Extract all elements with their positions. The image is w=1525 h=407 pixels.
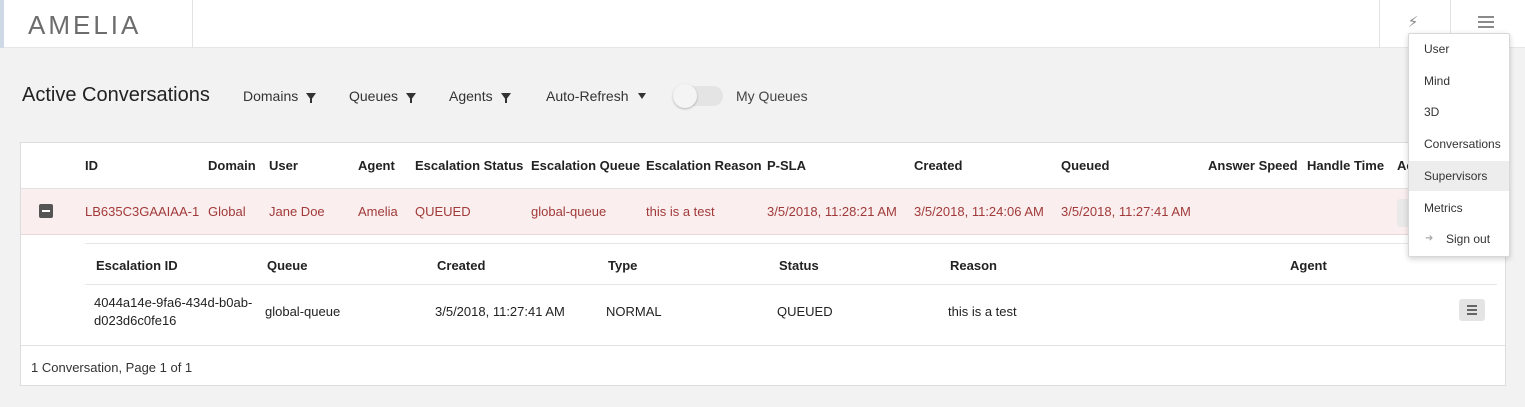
sign-out-icon: ➜ <box>1425 233 1434 244</box>
detail-header-escalation-id: Escalation ID <box>96 258 178 273</box>
top-bar-accent <box>0 0 4 48</box>
detail-status: QUEUED <box>777 304 833 319</box>
table-footer: 1 Conversation, Page 1 of 1 <box>21 345 1505 385</box>
detail-header-status: Status <box>779 258 819 273</box>
column-header-created[interactable]: Created <box>914 158 962 173</box>
hamburger-icon[interactable] <box>1478 16 1494 30</box>
detail-header-agent: Agent <box>1290 258 1327 273</box>
domains-filter[interactable]: Domains <box>243 88 317 104</box>
cell-escalation-reason: this is a test <box>646 204 715 219</box>
menu-item-supervisors[interactable]: Supervisors <box>1409 161 1509 191</box>
collapse-icon[interactable] <box>39 204 53 218</box>
menu-item-conversations[interactable]: Conversations <box>1409 129 1509 159</box>
pagination-status: 1 Conversation, Page 1 of 1 <box>31 360 193 375</box>
detail-header: Escalation ID Queue Created Type Status … <box>85 243 1497 285</box>
cell-escalation-status: QUEUED <box>415 204 471 219</box>
column-header-answer-speed[interactable]: Answer Speed <box>1208 158 1298 173</box>
table-header: ID Domain User Agent Escalation Status E… <box>21 143 1505 189</box>
menu-item-mind[interactable]: Mind <box>1409 66 1509 96</box>
detail-queue: global-queue <box>265 304 341 319</box>
page-title: Active Conversations <box>22 84 210 106</box>
domains-filter-label: Domains <box>243 88 299 104</box>
queues-filter-label: Queues <box>349 88 399 104</box>
detail-escalation-id: 4044a14e-9fa6-434d-b0ab- <box>94 295 253 310</box>
auto-refresh-label: Auto-Refresh <box>546 88 629 104</box>
cell-queued: 3/5/2018, 11:27:41 AM <box>1061 204 1191 219</box>
column-header-user[interactable]: User <box>269 158 298 173</box>
my-queues-label: My Queues <box>736 88 808 104</box>
conversations-table: ID Domain User Agent Escalation Status E… <box>20 142 1506 386</box>
caret-down-icon <box>638 93 647 99</box>
filter-icon <box>406 92 417 103</box>
toggle-knob <box>673 84 697 108</box>
detail-escalation-id: d023d6c0fe16 <box>94 313 177 328</box>
detail-header-created: Created <box>437 258 486 273</box>
cell-domain: Global <box>208 204 246 219</box>
queues-filter[interactable]: Queues <box>349 88 417 104</box>
detail-header-queue: Queue <box>267 258 308 273</box>
divider <box>192 0 193 48</box>
agents-filter[interactable]: Agents <box>449 88 511 104</box>
table-row[interactable]: LB635C3GAAIAA-1 Global Jane Doe Amelia Q… <box>21 189 1505 235</box>
auto-refresh-dropdown[interactable]: Auto-Refresh <box>546 88 647 104</box>
column-header-psla[interactable]: P-SLA <box>767 158 806 173</box>
column-header-queued[interactable]: Queued <box>1061 158 1109 173</box>
column-header-escalation-reason[interactable]: Escalation Reason <box>646 158 762 173</box>
column-header-agent[interactable]: Agent <box>358 158 395 173</box>
menu-item-sign-out[interactable]: ➜ Sign out <box>1409 224 1509 254</box>
cell-escalation-queue: global-queue <box>531 204 607 219</box>
agents-filter-label: Agents <box>449 88 493 104</box>
column-header-domain[interactable]: Domain <box>208 158 256 173</box>
divider <box>1379 0 1380 48</box>
cell-agent: Amelia <box>358 204 398 219</box>
my-queues-toggle[interactable] <box>673 84 723 108</box>
escalation-detail-table: Escalation ID Queue Created Type Status … <box>85 243 1497 337</box>
detail-type: NORMAL <box>606 304 662 319</box>
cell-created: 3/5/2018, 11:24:06 AM <box>914 204 1044 219</box>
detail-header-type: Type <box>608 258 638 273</box>
column-header-id[interactable]: ID <box>85 158 98 173</box>
filter-icon <box>500 92 511 103</box>
top-bar: AMELIA ⚡︎ <box>0 0 1525 48</box>
cell-psla: 3/5/2018, 11:28:21 AM <box>767 204 897 219</box>
column-header-handle-time[interactable]: Handle Time <box>1307 158 1384 173</box>
list-icon[interactable] <box>1459 299 1485 321</box>
detail-header-reason: Reason <box>950 258 997 273</box>
menu-item-user[interactable]: User <box>1409 34 1509 64</box>
filter-icon <box>306 92 317 103</box>
user-menu: User Mind 3D Conversations Supervisors M… <box>1408 33 1510 257</box>
menu-item-metrics[interactable]: Metrics <box>1409 193 1509 223</box>
bolt-icon[interactable]: ⚡︎ <box>1406 13 1420 33</box>
menu-item-3d[interactable]: 3D <box>1409 97 1509 127</box>
cell-id: LB635C3GAAIAA-1 <box>85 204 200 219</box>
cell-user: Jane Doe <box>269 204 325 219</box>
app-logo[interactable]: AMELIA <box>28 10 141 41</box>
detail-reason: this is a test <box>948 304 1017 319</box>
column-header-escalation-queue[interactable]: Escalation Queue <box>531 158 640 173</box>
column-header-escalation-status[interactable]: Escalation Status <box>415 158 523 173</box>
sign-out-label: Sign out <box>1446 232 1491 246</box>
detail-created: 3/5/2018, 11:27:41 AM <box>435 304 565 319</box>
